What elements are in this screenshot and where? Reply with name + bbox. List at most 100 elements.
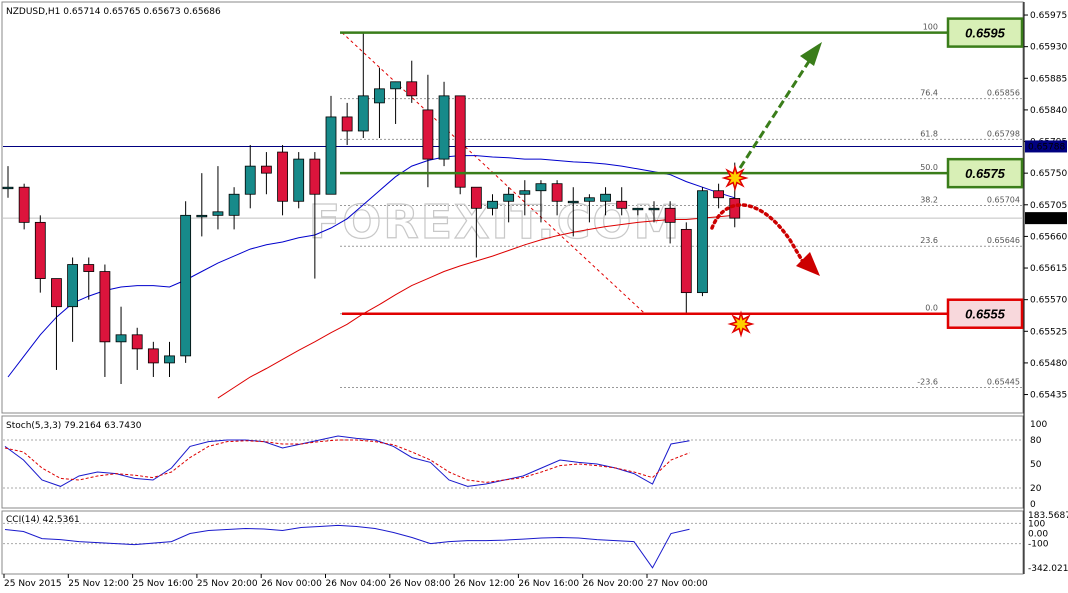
candle-body xyxy=(131,334,143,350)
candle-body xyxy=(438,95,450,160)
fib-price-label: 0.65646 xyxy=(987,236,1020,245)
candle-body xyxy=(648,207,660,211)
candle-body xyxy=(584,197,595,202)
time-tick-label: 25 Nov 16:00 xyxy=(133,579,194,589)
price-tick-label: 0.65570 xyxy=(1030,296,1067,306)
cci-tick-label: -342.0218 xyxy=(1028,564,1068,574)
price-tick-label: 0.65930 xyxy=(1030,43,1067,53)
candle-body xyxy=(180,214,192,357)
candle-body xyxy=(406,81,418,97)
candle-body xyxy=(632,207,644,211)
candle-body xyxy=(2,186,14,190)
fib-level-label: 50.0 xyxy=(920,163,938,172)
fib-price-label: 0.65856 xyxy=(987,89,1020,98)
price-tick-label: 0.65840 xyxy=(1030,106,1067,116)
candle-body xyxy=(18,186,30,223)
level-box-label: 0.6595 xyxy=(965,26,1006,41)
candle-body xyxy=(680,228,692,294)
candle-body xyxy=(729,198,741,219)
candle-body xyxy=(470,186,482,209)
candle-body xyxy=(567,200,579,204)
fib-price-label: 0.65445 xyxy=(987,378,1020,387)
candle-body xyxy=(147,348,159,364)
candle-body xyxy=(260,165,272,174)
stoch-tick-label: 0 xyxy=(1030,500,1036,510)
cci-tick-label: -100 xyxy=(1028,540,1049,550)
candle-body xyxy=(67,264,78,308)
fib-level-label: 76.4 xyxy=(920,89,938,98)
price-tick-label: 0.65885 xyxy=(1030,74,1067,84)
chart-window: 100 76.4 0.65856 61.8 0.65798 50.0 38.2 0.65704… xyxy=(0,0,1068,593)
hline-price-label: 0.65788 xyxy=(1028,142,1065,152)
symbol-header: NZDUSD,H1 0.65714 0.65765 0.65673 0.6568… xyxy=(6,7,221,17)
candle-body xyxy=(341,116,353,132)
target-burst-icon xyxy=(727,310,755,338)
cci-tick-label: 0.00 xyxy=(1028,530,1048,540)
candle-body xyxy=(309,158,321,195)
candle-body xyxy=(535,183,547,192)
candle-body xyxy=(487,200,498,209)
candle-body xyxy=(34,221,46,279)
time-tick-label: 25 Nov 2015 xyxy=(4,579,62,589)
time-tick-label: 26 Nov 08:00 xyxy=(390,579,451,589)
stoch-tick-label: 100 xyxy=(1030,420,1047,430)
level-box-label: 0.6555 xyxy=(965,307,1006,322)
chart-background xyxy=(0,0,1068,593)
stoch-tick-label: 20 xyxy=(1030,484,1042,494)
time-tick-label: 25 Nov 12:00 xyxy=(68,579,129,589)
candle-body xyxy=(244,165,256,195)
candle-body xyxy=(422,109,434,160)
stoch-label: Stoch(5,3,3) 79.2164 63.7430 xyxy=(6,421,142,431)
candle-body xyxy=(99,271,111,343)
candle-body xyxy=(115,334,127,343)
candle-body xyxy=(390,81,402,90)
current-price-label: 0.65686 xyxy=(1028,214,1065,224)
time-tick-label: 26 Nov 04:00 xyxy=(326,579,387,589)
candle-body xyxy=(519,190,531,195)
price-tick-label: 0.65705 xyxy=(1030,201,1067,211)
fib-level-label: 61.8 xyxy=(920,129,938,138)
price-tick-label: 0.65525 xyxy=(1030,327,1067,337)
time-tick-label: 25 Nov 20:00 xyxy=(197,579,258,589)
cci-tick-label: 100 xyxy=(1028,519,1045,529)
candle-body xyxy=(664,207,676,223)
fib-price-label: 0.65798 xyxy=(987,129,1020,138)
fib-level-label: 0.0 xyxy=(925,304,938,313)
candle-body xyxy=(277,151,288,202)
candle-body xyxy=(51,278,62,308)
stoch-tick-label: 50 xyxy=(1030,460,1042,470)
candle-body xyxy=(325,116,337,195)
time-tick-label: 26 Nov 16:00 xyxy=(518,579,579,589)
candle-body xyxy=(697,190,708,294)
time-tick-label: 26 Nov 00:00 xyxy=(261,579,322,589)
candle-body xyxy=(164,355,175,364)
candle-body xyxy=(357,95,369,132)
candle-body xyxy=(503,193,515,202)
fib-level-label: 100 xyxy=(923,23,938,32)
level-box-label: 0.6575 xyxy=(965,166,1006,181)
fib-level-label: -23.6 xyxy=(917,378,938,387)
fib-price-label: 0.65704 xyxy=(987,195,1020,204)
candle-body xyxy=(83,264,95,272)
price-chart: 100 76.4 0.65856 61.8 0.65798 50.0 38.2 0.65704… xyxy=(0,0,1068,593)
time-tick-label: 27 Nov 00:00 xyxy=(647,579,708,589)
candle-body xyxy=(196,214,208,218)
fib-level-label: 38.2 xyxy=(920,195,938,204)
candle-body xyxy=(600,193,611,202)
stoch-tick-label: 80 xyxy=(1030,436,1042,446)
price-tick-label: 0.65975 xyxy=(1030,11,1067,21)
time-tick-label: 26 Nov 20:00 xyxy=(583,579,644,589)
time-tick-label: 26 Nov 12:00 xyxy=(454,579,515,589)
price-tick-label: 0.65750 xyxy=(1030,169,1067,179)
fib-level-label: 23.6 xyxy=(920,236,938,245)
candle-body xyxy=(293,158,305,202)
price-tick-label: 0.65615 xyxy=(1030,264,1067,274)
price-tick-label: 0.65435 xyxy=(1030,391,1067,401)
candle-body xyxy=(551,183,563,202)
breakout-burst-icon xyxy=(721,164,749,192)
candle-body xyxy=(228,193,240,216)
candle-body xyxy=(212,211,224,216)
candle-body xyxy=(616,200,628,209)
candle-body xyxy=(713,190,724,199)
candle-body xyxy=(374,88,385,104)
